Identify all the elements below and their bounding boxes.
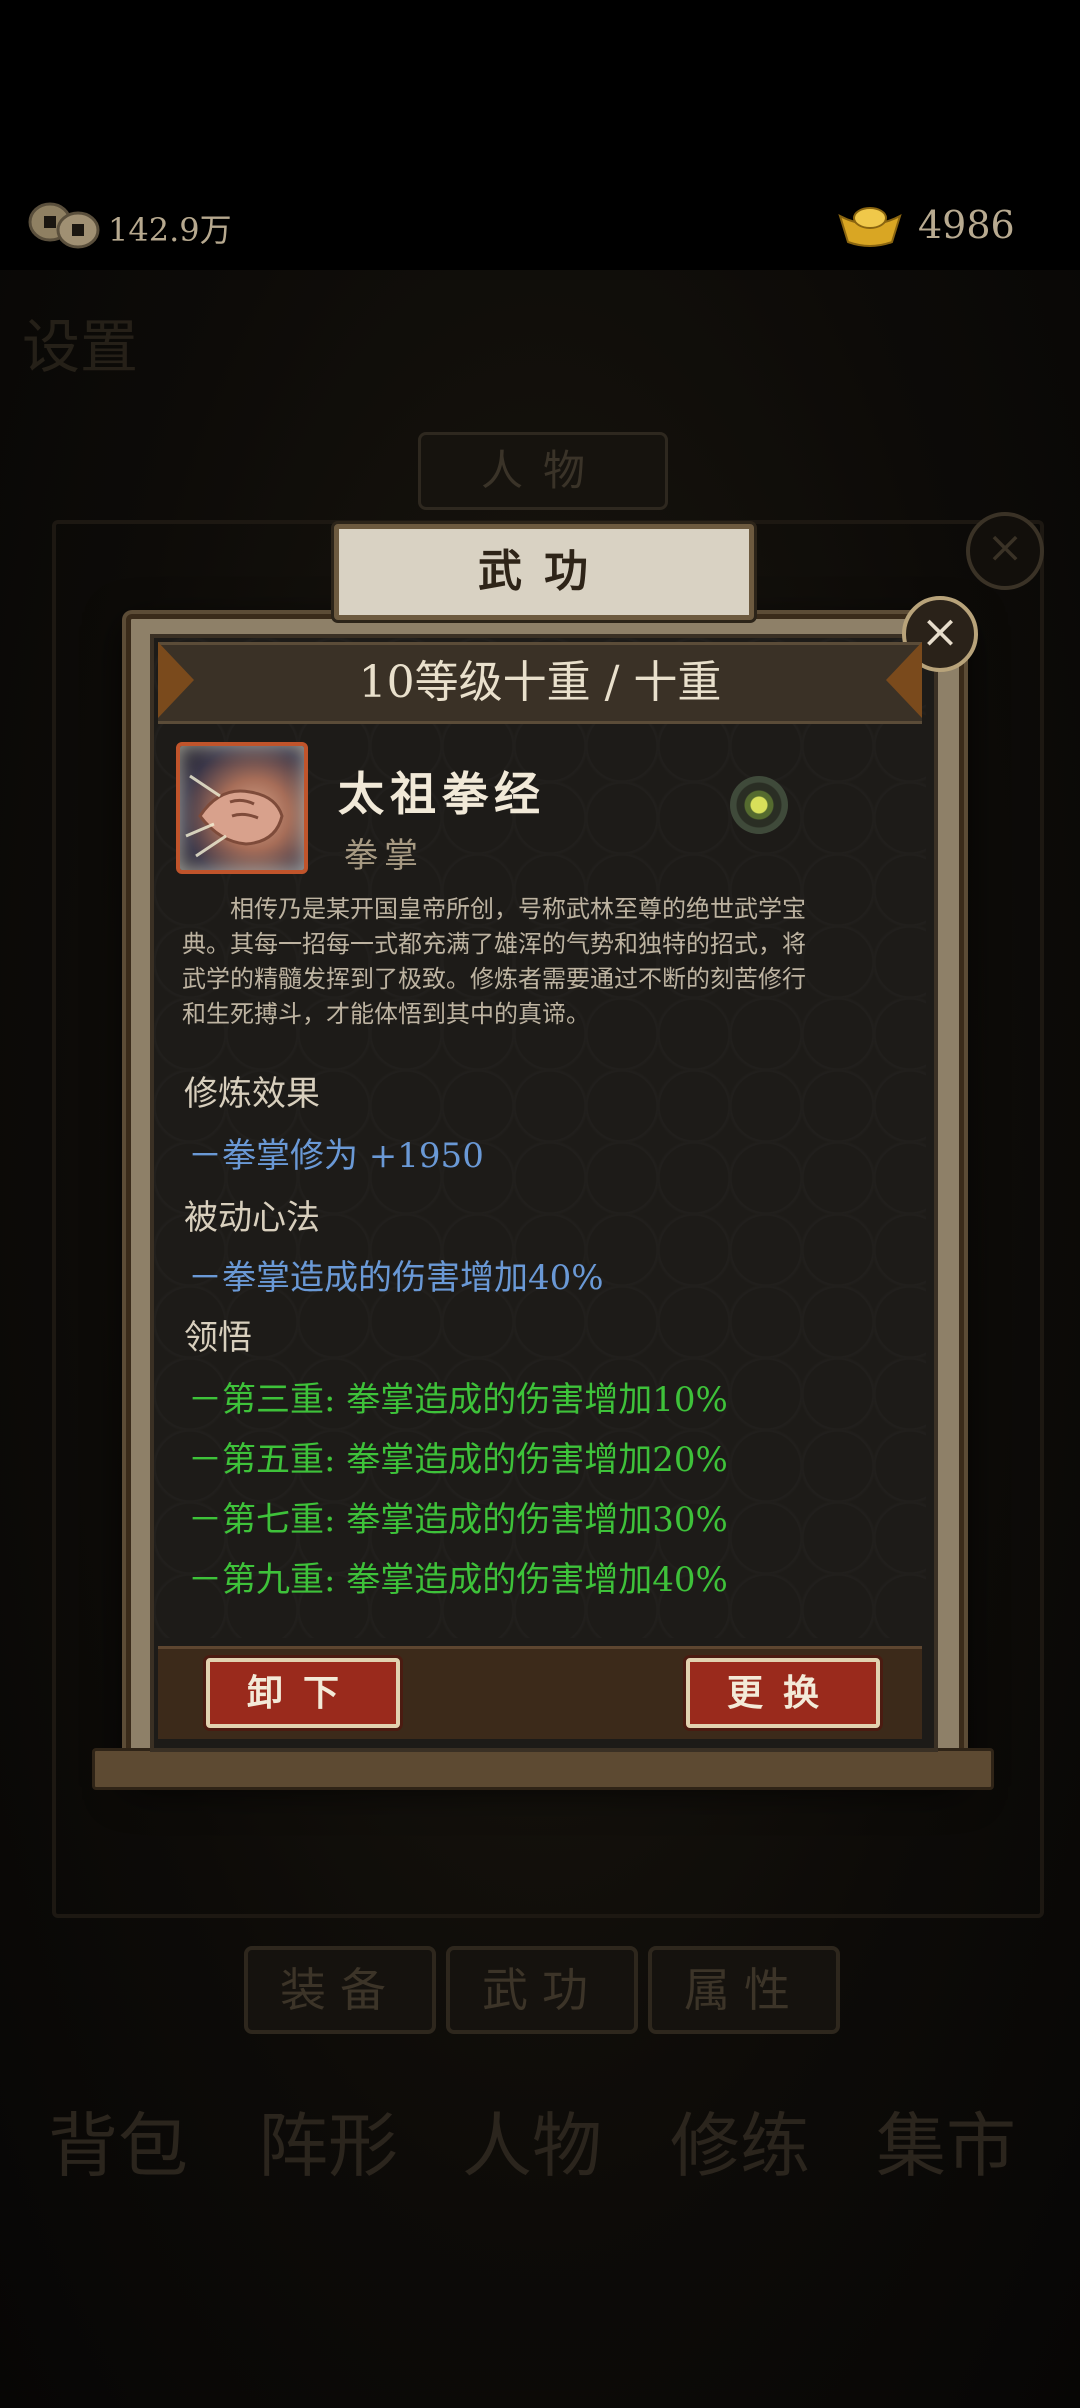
training-effect-title: 修炼效果 bbox=[184, 1074, 320, 1114]
skill-type: 拳掌 bbox=[344, 836, 424, 876]
skill-name: 太祖拳经 bbox=[338, 767, 546, 821]
skill-description: 相传乃是某开国皇帝所创，号称武林至尊的绝世武学宝典。其每一招每一式都充满了雄浑的… bbox=[182, 895, 806, 1028]
dialog-title: 武功 bbox=[334, 524, 754, 620]
tab-attributes[interactable]: 属性 bbox=[648, 1946, 840, 2034]
nav-bag[interactable]: 背包 bbox=[48, 2090, 188, 2191]
insight-line: －第五重: 拳掌造成的伤害增加20% bbox=[188, 1440, 728, 1480]
unequip-button[interactable]: 卸下 bbox=[206, 1658, 400, 1728]
settings-label[interactable]: 设置 bbox=[22, 300, 138, 384]
passive-title: 被动心法 bbox=[184, 1198, 320, 1238]
insight-line: －第七重: 拳掌造成的伤害增加30% bbox=[188, 1500, 728, 1540]
insight-line: －第三重: 拳掌造成的伤害增加10% bbox=[188, 1380, 728, 1420]
insight-title: 领悟 bbox=[184, 1318, 252, 1358]
gear-icon[interactable] bbox=[730, 776, 788, 834]
ingot-amount: 4986 bbox=[918, 203, 1015, 247]
nav-training[interactable]: 修练 bbox=[670, 2090, 810, 2191]
banner-corner-right bbox=[886, 642, 922, 718]
fist-skill-icon bbox=[176, 742, 308, 874]
passive-line: －拳掌造成的伤害增加40% bbox=[188, 1258, 604, 1298]
dialog-base bbox=[92, 1748, 994, 1790]
tab-equipment[interactable]: 装备 bbox=[244, 1946, 436, 2034]
replace-button[interactable]: 更换 bbox=[686, 1658, 880, 1728]
gold-ingot-icon bbox=[836, 202, 904, 250]
character-button[interactable]: 人物 bbox=[418, 432, 668, 510]
nav-character[interactable]: 人物 bbox=[462, 2090, 602, 2191]
nav-formation[interactable]: 阵形 bbox=[258, 2090, 398, 2191]
coin-amount: 142.9万 bbox=[108, 211, 232, 249]
training-effect-line: －拳掌修为 +1950 bbox=[188, 1136, 484, 1176]
copper-coin-icon bbox=[28, 200, 104, 250]
banner-corner-left bbox=[158, 642, 194, 718]
background-close-icon[interactable]: × bbox=[966, 512, 1044, 590]
tab-martial-arts[interactable]: 武功 bbox=[446, 1946, 638, 2034]
nav-market[interactable]: 集市 bbox=[876, 2090, 1016, 2191]
level-banner: 10等级十重 / 十重 bbox=[158, 642, 922, 724]
insight-line: －第九重: 拳掌造成的伤害增加40% bbox=[188, 1560, 728, 1600]
